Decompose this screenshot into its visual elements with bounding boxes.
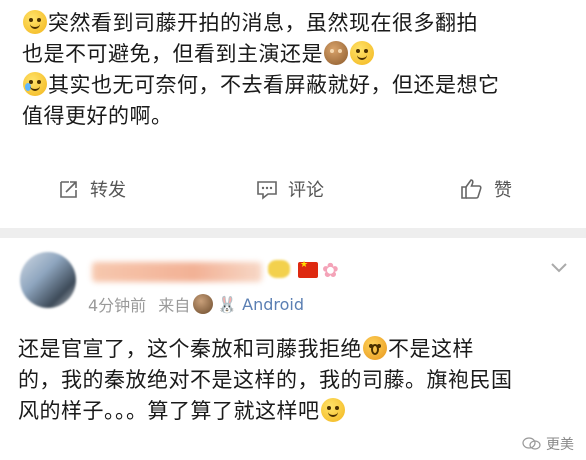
watermark-text: 更美 — [546, 437, 574, 453]
reply-card: ✿ 4分钟前 来自 🐰 Android 还是官宣了，这个秦放和司藤我拒绝不是这样… — [0, 238, 586, 460]
like-button[interactable]: 赞 — [460, 174, 512, 204]
post-line-2: 也是不可避免，但看到主演还是 — [22, 39, 572, 70]
repost-label: 转发 — [90, 180, 126, 201]
crying-emoji-icon — [23, 72, 47, 96]
reply-body: 还是官宣了，这个秦放和司藤我拒绝 不是这样 的，我的秦放绝对不是这样的，我的司藤。… — [18, 334, 573, 427]
screaming-emoji-icon — [363, 336, 387, 360]
chevron-down-icon[interactable] — [550, 262, 568, 274]
source-device-link[interactable]: Android — [242, 295, 304, 314]
smile-emoji-icon — [350, 41, 374, 65]
avatar[interactable] — [20, 252, 76, 308]
post-body: 突然看到司藤开拍的消息，虽然现在很多翻拍 也是不可避免，但看到主演还是 其实也无… — [22, 8, 572, 132]
comment-icon — [257, 181, 277, 200]
coconut-emoji-icon — [193, 294, 214, 314]
china-flag-icon — [298, 260, 318, 278]
username-blurred[interactable] — [92, 262, 262, 282]
like-label: 赞 — [494, 180, 512, 201]
weather-badge-icon — [268, 260, 290, 278]
source-label: 来自 — [158, 296, 191, 315]
repost-button[interactable]: 转发 — [58, 174, 126, 204]
comment-label: 评论 — [288, 180, 324, 201]
card-divider — [0, 228, 586, 238]
comment-button[interactable]: 评论 — [256, 174, 324, 204]
original-post-card: 突然看到司藤开拍的消息，虽然现在很多翻拍 也是不可避免，但看到主演还是 其实也无… — [0, 0, 586, 228]
thumbs-up-icon — [461, 179, 482, 199]
post-line-1: 突然看到司藤开拍的消息，虽然现在很多翻拍 — [22, 8, 572, 39]
bunny-icon: 🐰 — [217, 294, 238, 314]
smile-emoji-icon — [23, 10, 47, 34]
reply-line-3: 风的样子。。。算了算了就这样吧 — [18, 396, 573, 427]
post-line-3: 其实也无可奈何，不去看屏蔽就好，但还是想它 — [22, 70, 572, 101]
watermark: 更美 — [522, 434, 574, 454]
timestamp: 4分钟前 — [88, 296, 147, 315]
flower-badge-icon: ✿ — [322, 258, 339, 282]
reply-line-1: 还是官宣了，这个秦放和司藤我拒绝 不是这样 — [18, 336, 474, 361]
reply-meta: 4分钟前 来自 🐰 Android — [88, 292, 304, 316]
post-line-4: 值得更好的啊。 — [22, 104, 173, 128]
shrug-emoji-icon — [320, 398, 345, 422]
wechat-icon — [522, 437, 541, 450]
share-icon — [60, 181, 77, 198]
post-action-bar: 转发 评论 赞 — [0, 166, 586, 214]
monkey-see-no-evil-emoji-icon — [324, 41, 348, 65]
reply-line-2: 的，我的秦放绝对不是这样的，我的司藤。旗袍民国 — [18, 368, 513, 392]
